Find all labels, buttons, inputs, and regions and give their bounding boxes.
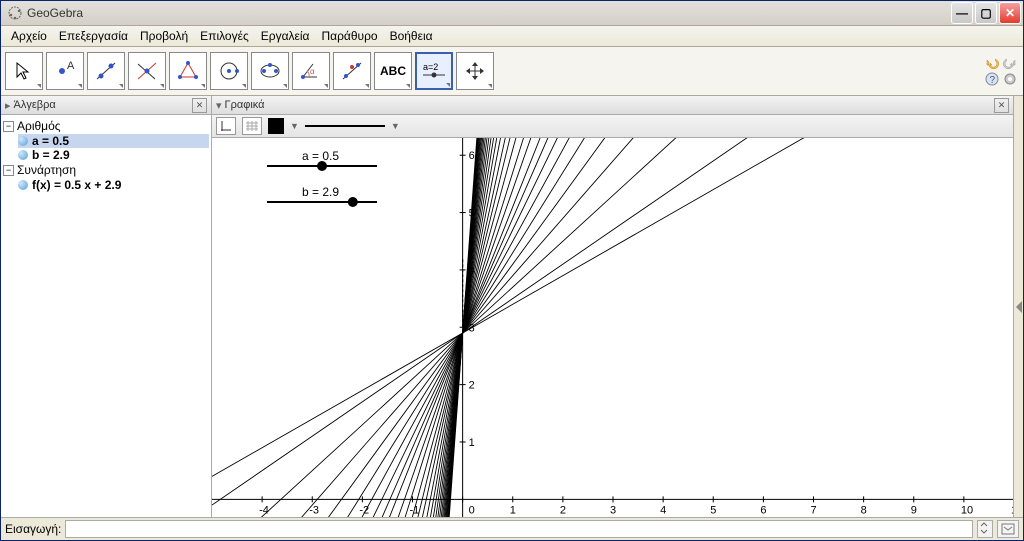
gear-icon[interactable]: [1003, 72, 1017, 86]
menu-file[interactable]: Αρχείο: [5, 27, 53, 45]
tool-point[interactable]: A: [46, 52, 84, 90]
svg-text:6: 6: [760, 504, 766, 516]
tree-item-a[interactable]: a = 0.5: [18, 134, 209, 148]
graphics-title: Γραφικά: [225, 99, 265, 111]
menu-edit[interactable]: Επεξεργασία: [53, 27, 134, 45]
axes-toggle-icon[interactable]: [216, 117, 236, 135]
menu-bar: Αρχείο Επεξεργασία Προβολή Επιλογές Εργα…: [1, 26, 1023, 47]
input-label: Εισαγωγή:: [5, 522, 61, 536]
input-bar: Εισαγωγή:: [1, 517, 1023, 540]
triangle-left-icon: [1016, 301, 1022, 313]
main-toolbar: A α ABC a=2 ?: [1, 47, 1023, 96]
svg-text:2: 2: [469, 380, 475, 392]
object-bullet: [18, 136, 28, 146]
input-help-icon[interactable]: [997, 520, 1019, 538]
help-icon[interactable]: ?: [985, 72, 999, 86]
svg-text:1: 1: [510, 504, 516, 516]
dropdown-arrow-icon[interactable]: ▼: [290, 121, 299, 131]
graphics-panel: ▾ Γραφικά ✕ ▼ ▼ -4-3-2-11234567891011123…: [212, 96, 1013, 517]
title-bar: GeoGebra — ▢ ✕: [1, 1, 1023, 26]
svg-text:?: ?: [990, 75, 996, 86]
svg-text:4: 4: [660, 504, 666, 516]
tree-category-number[interactable]: −Αριθμός: [3, 118, 209, 134]
tool-text[interactable]: ABC: [374, 52, 412, 90]
collapse-icon[interactable]: ▾: [216, 99, 222, 112]
algebra-panel: ▸ Άλγεβρα ✕ −Αριθμός a = 0.5 b = 2.9 −Συ…: [1, 96, 212, 517]
dropdown-arrow-icon[interactable]: ▼: [391, 121, 400, 131]
svg-text:1: 1: [469, 437, 475, 449]
minimize-button[interactable]: —: [951, 2, 973, 24]
menu-view[interactable]: Προβολή: [134, 27, 194, 45]
command-input[interactable]: [65, 520, 973, 538]
svg-text:5: 5: [710, 504, 716, 516]
line-style-sample[interactable]: [305, 125, 385, 127]
algebra-header[interactable]: ▸ Άλγεβρα ✕: [1, 96, 211, 115]
side-expand-handle[interactable]: [1013, 96, 1023, 517]
object-bullet: [18, 150, 28, 160]
tool-line[interactable]: [87, 52, 125, 90]
tool-perpendicular[interactable]: [128, 52, 166, 90]
svg-text:α: α: [310, 67, 315, 76]
menu-options[interactable]: Επιλογές: [194, 27, 255, 45]
svg-text:7: 7: [811, 504, 817, 516]
close-panel-icon[interactable]: ✕: [192, 98, 207, 113]
svg-text:3: 3: [610, 504, 616, 516]
tool-angle[interactable]: α: [292, 52, 330, 90]
history-spinner[interactable]: [977, 520, 993, 538]
close-panel-icon[interactable]: ✕: [994, 98, 1009, 113]
tree-item-b[interactable]: b = 2.9: [18, 148, 209, 162]
window-title: GeoGebra: [27, 6, 949, 20]
color-swatch[interactable]: [268, 118, 284, 134]
collapse-toggle[interactable]: −: [3, 121, 14, 132]
app-icon: [7, 5, 23, 21]
tool-conic[interactable]: [251, 52, 289, 90]
svg-text:8: 8: [861, 504, 867, 516]
collapse-toggle[interactable]: −: [3, 165, 14, 176]
tool-polygon[interactable]: [169, 52, 207, 90]
svg-text:-3: -3: [309, 504, 319, 516]
object-bullet: [18, 180, 28, 190]
svg-text:9: 9: [911, 504, 917, 516]
tool-slider[interactable]: a=2: [415, 52, 453, 90]
tool-move[interactable]: [5, 52, 43, 90]
algebra-title: Άλγεβρα: [14, 99, 56, 111]
svg-text:10: 10: [961, 504, 973, 516]
svg-text:11: 11: [1011, 504, 1013, 516]
tool-move-view[interactable]: [456, 52, 494, 90]
menu-help[interactable]: Βοήθεια: [384, 27, 439, 45]
collapse-icon[interactable]: ▸: [5, 99, 11, 112]
maximize-button[interactable]: ▢: [975, 2, 997, 24]
menu-tools[interactable]: Εργαλεία: [255, 27, 316, 45]
close-button[interactable]: ✕: [999, 2, 1021, 24]
svg-text:a=2: a=2: [423, 62, 438, 72]
graphics-canvas[interactable]: -4-3-2-112345678910111234560a = 0.5b = 2…: [212, 138, 1013, 517]
svg-text:6: 6: [469, 150, 475, 162]
graphics-header[interactable]: ▾ Γραφικά ✕: [212, 96, 1013, 115]
algebra-tree: −Αριθμός a = 0.5 b = 2.9 −Συνάρτηση f(x)…: [1, 115, 211, 195]
tree-item-fx[interactable]: f(x) = 0.5 x + 2.9: [18, 178, 209, 192]
grid-toggle-icon[interactable]: [242, 117, 262, 135]
toolbar-corner: ?: [985, 56, 1017, 86]
graphics-toolbar: ▼ ▼: [212, 115, 1013, 138]
undo-icon[interactable]: [985, 56, 999, 70]
svg-text:a = 0.5: a = 0.5: [302, 149, 339, 163]
tool-transform[interactable]: [333, 52, 371, 90]
svg-text:0: 0: [469, 504, 475, 516]
menu-window[interactable]: Παράθυρο: [315, 27, 383, 45]
svg-text:b = 2.9: b = 2.9: [302, 185, 339, 199]
tool-circle[interactable]: [210, 52, 248, 90]
tree-category-function[interactable]: −Συνάρτηση: [3, 162, 209, 178]
redo-icon[interactable]: [1003, 56, 1017, 70]
svg-text:2: 2: [560, 504, 566, 516]
svg-text:A: A: [67, 60, 75, 72]
